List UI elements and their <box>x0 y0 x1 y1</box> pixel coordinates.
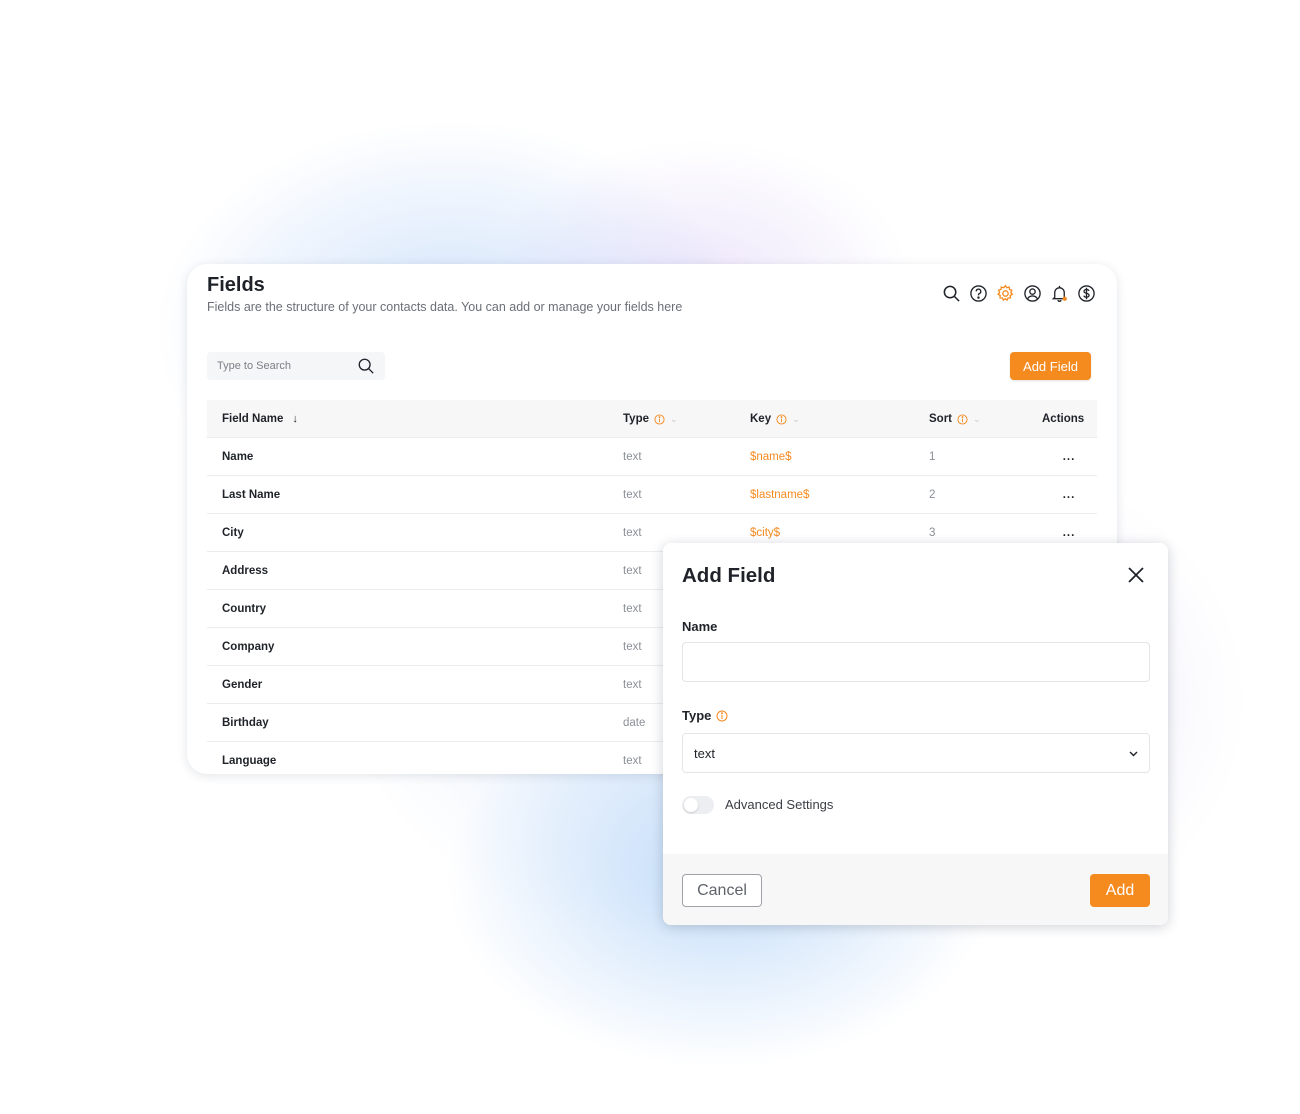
column-header-field-name[interactable]: Field Name ↓ <box>222 400 298 438</box>
type-cell: text <box>623 489 642 501</box>
chevron-down-icon <box>1129 751 1138 757</box>
sort-icon[interactable]: ⌄ <box>792 400 800 438</box>
search-box <box>207 352 385 380</box>
column-header-label: Field Name <box>222 413 284 425</box>
field-name-cell: Address <box>222 565 269 577</box>
table-row[interactable]: Name text $name$ 1... <box>207 438 1097 476</box>
dollar-icon[interactable] <box>1077 284 1096 303</box>
modal-title: Add Field <box>682 564 776 587</box>
cancel-button[interactable]: Cancel <box>682 874 762 907</box>
search-input[interactable] <box>207 352 357 380</box>
column-header-key[interactable]: Key ⌄ <box>750 400 800 438</box>
key-cell: $lastname$ <box>750 489 810 501</box>
advanced-settings-label: Advanced Settings <box>725 797 834 812</box>
column-header-label: Sort <box>929 413 952 425</box>
modal-footer: Cancel Add <box>663 854 1168 925</box>
table-header: Field Name ↓ Type ⌄ Key ⌄ Sort ⌄ Actions <box>207 400 1097 438</box>
type-label: Type <box>682 708 728 723</box>
info-icon[interactable] <box>957 413 968 425</box>
field-name-cell: Name <box>222 451 254 463</box>
field-name-cell: Birthday <box>222 717 269 729</box>
type-cell: text <box>623 451 642 463</box>
type-cell: text <box>623 679 642 691</box>
close-icon[interactable] <box>1125 564 1147 586</box>
header-toolbar <box>942 284 1096 303</box>
add-field-button[interactable]: Add Field <box>1010 352 1091 380</box>
type-cell: text <box>623 641 642 653</box>
field-name-cell: Gender <box>222 679 263 691</box>
bell-icon[interactable] <box>1050 284 1069 303</box>
advanced-settings-toggle[interactable] <box>682 796 714 814</box>
user-icon[interactable] <box>1023 284 1042 303</box>
toggle-knob <box>684 798 698 812</box>
column-header-actions: Actions <box>1042 400 1084 438</box>
sort-icon[interactable]: ⌄ <box>973 400 981 438</box>
search-icon[interactable] <box>942 284 961 303</box>
name-field[interactable] <box>682 642 1150 682</box>
add-button[interactable]: Add <box>1090 874 1150 907</box>
field-name-cell: Language <box>222 755 277 767</box>
column-header-label: Key <box>750 413 772 425</box>
type-select-value: text <box>694 746 715 761</box>
column-header-type[interactable]: Type ⌄ <box>623 400 678 438</box>
table-row[interactable]: Last Name text $lastname$ 2... <box>207 476 1097 514</box>
field-name-cell: Country <box>222 603 267 615</box>
sort-icon[interactable]: ⌄ <box>670 400 678 438</box>
sort-cell: 2 <box>929 489 936 501</box>
page-title: Fields <box>207 274 265 296</box>
field-name-cell: Company <box>222 641 275 653</box>
more-actions-icon[interactable]: ... <box>1055 476 1083 514</box>
type-label-text: Type <box>682 708 712 723</box>
settings-icon[interactable] <box>996 284 1015 303</box>
key-cell: $name$ <box>750 451 792 463</box>
sort-arrow-down-icon[interactable]: ↓ <box>292 400 298 438</box>
type-cell: date <box>623 717 646 729</box>
field-name-cell: Last Name <box>222 489 281 501</box>
column-header-label: Actions <box>1042 413 1085 425</box>
add-field-modal: Add Field Name Type text Advanced Settin… <box>663 543 1168 925</box>
info-icon[interactable] <box>654 413 665 425</box>
column-header-sort[interactable]: Sort ⌄ <box>929 400 981 438</box>
page-subtitle: Fields are the structure of your contact… <box>207 300 683 314</box>
field-name-cell: City <box>222 527 244 539</box>
type-cell: text <box>623 603 642 615</box>
info-icon[interactable] <box>716 710 728 722</box>
type-cell: text <box>623 755 642 767</box>
type-cell: text <box>623 527 642 539</box>
more-actions-icon[interactable]: ... <box>1055 438 1083 476</box>
info-icon[interactable] <box>776 413 787 425</box>
type-cell: text <box>623 565 642 577</box>
type-select[interactable]: text <box>682 733 1150 773</box>
column-header-label: Type <box>623 413 649 425</box>
name-label: Name <box>682 619 718 634</box>
search-icon[interactable] <box>357 357 375 375</box>
sort-cell: 1 <box>929 451 936 463</box>
help-icon[interactable] <box>969 284 988 303</box>
